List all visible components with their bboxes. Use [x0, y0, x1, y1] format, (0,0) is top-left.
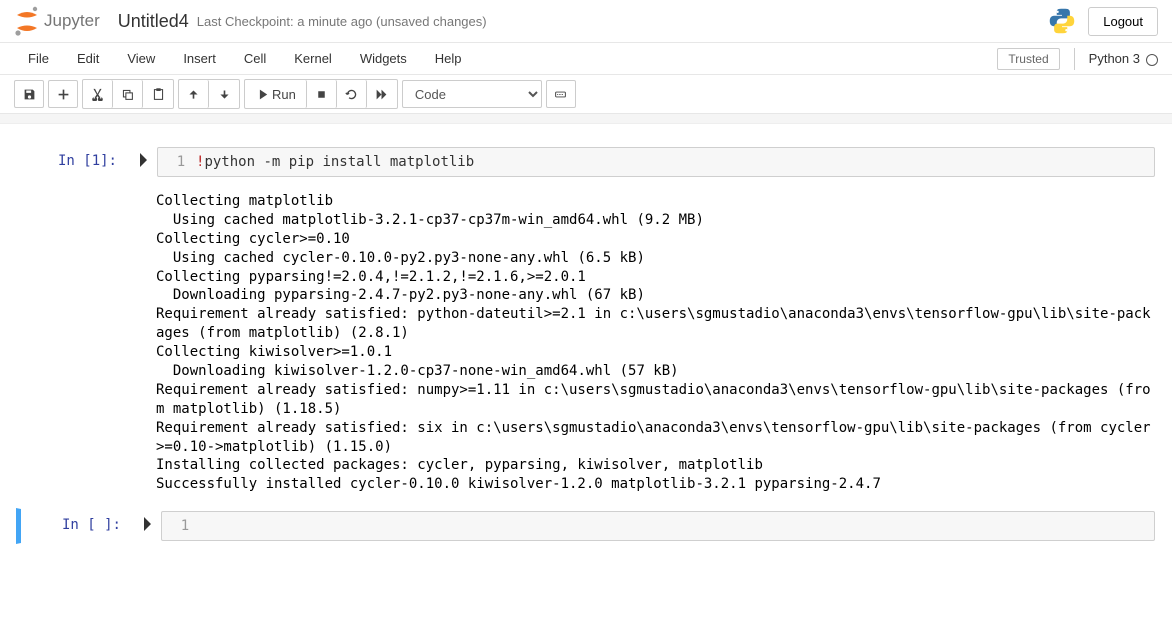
- run-button[interactable]: Run: [245, 80, 307, 108]
- code-input[interactable]: 1: [161, 511, 1155, 541]
- jupyter-icon: [14, 6, 40, 36]
- copy-button[interactable]: [113, 80, 143, 108]
- kernel-status-icon: [1146, 54, 1158, 66]
- run-cell-icon[interactable]: [137, 153, 147, 167]
- toolbar: Run Code: [0, 75, 1172, 114]
- move-up-button[interactable]: [179, 80, 209, 108]
- menubar: File Edit View Insert Cell Kernel Widget…: [0, 43, 1172, 75]
- header: Jupyter Untitled4 Last Checkpoint: a min…: [0, 0, 1172, 43]
- logout-button[interactable]: Logout: [1088, 7, 1158, 36]
- cell-type-select[interactable]: Code: [402, 80, 542, 108]
- checkpoint-text: Last Checkpoint: a minute ago (unsaved c…: [197, 14, 487, 29]
- code-text[interactable]: !python -m pip install matplotlib: [196, 154, 1146, 170]
- menu-kernel[interactable]: Kernel: [280, 45, 346, 72]
- notification-area: [0, 114, 1172, 124]
- code-text[interactable]: [200, 518, 1146, 534]
- code-cell[interactable]: In [1]: 1 !python -m pip install matplot…: [16, 144, 1156, 180]
- python-icon: [1048, 7, 1076, 35]
- interrupt-button[interactable]: [307, 80, 337, 108]
- line-number: 1: [170, 518, 200, 534]
- cut-button[interactable]: [83, 80, 113, 108]
- output-prompt: [16, 184, 126, 502]
- notebook-title[interactable]: Untitled4: [118, 11, 189, 32]
- menu-edit[interactable]: Edit: [63, 45, 113, 72]
- line-number: 1: [166, 154, 196, 170]
- menu-cell[interactable]: Cell: [230, 45, 280, 72]
- menu-view[interactable]: View: [113, 45, 169, 72]
- run-cell-icon[interactable]: [141, 517, 151, 531]
- code-cell[interactable]: In [ ]: 1: [16, 508, 1156, 544]
- paste-button[interactable]: [143, 80, 173, 108]
- trusted-indicator[interactable]: Trusted: [997, 48, 1059, 70]
- restart-button[interactable]: [337, 80, 367, 108]
- logo-text: Jupyter: [44, 11, 100, 31]
- input-prompt: In [ ]:: [21, 511, 131, 541]
- menu-file[interactable]: File: [14, 45, 63, 72]
- input-prompt: In [1]:: [17, 147, 127, 177]
- menu-help[interactable]: Help: [421, 45, 476, 72]
- output-row: Collecting matplotlib Using cached matpl…: [16, 184, 1156, 502]
- logo[interactable]: Jupyter: [14, 6, 100, 36]
- restart-run-all-button[interactable]: [367, 80, 397, 108]
- menu-widgets[interactable]: Widgets: [346, 45, 421, 72]
- save-button[interactable]: [14, 80, 44, 108]
- notebook-container: In [1]: 1 !python -m pip install matplot…: [0, 124, 1172, 564]
- cell-output: Collecting matplotlib Using cached matpl…: [156, 184, 1156, 502]
- code-input[interactable]: 1 !python -m pip install matplotlib: [157, 147, 1155, 177]
- move-down-button[interactable]: [209, 80, 239, 108]
- kernel-name[interactable]: Python 3: [1089, 51, 1158, 66]
- separator: [1074, 48, 1075, 70]
- command-palette-button[interactable]: [546, 80, 576, 108]
- add-cell-button[interactable]: [48, 80, 78, 108]
- menu-insert[interactable]: Insert: [169, 45, 230, 72]
